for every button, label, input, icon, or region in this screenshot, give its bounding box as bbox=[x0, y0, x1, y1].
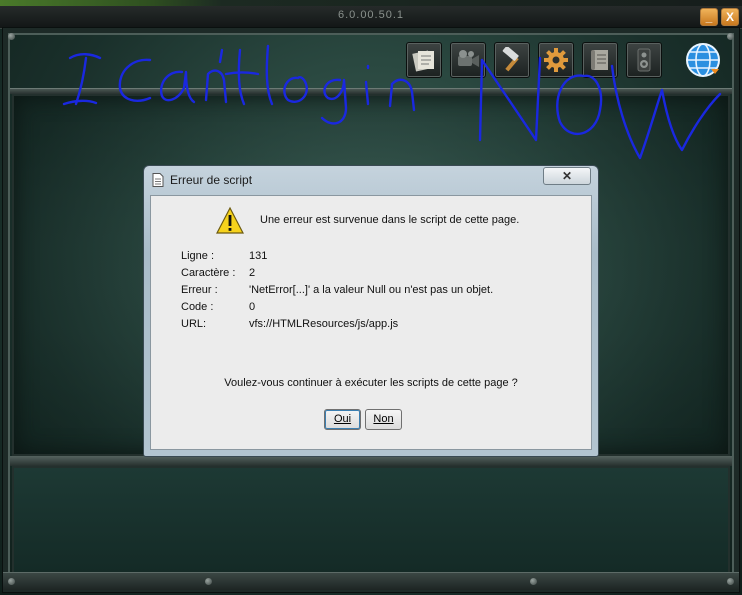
video-camera-icon bbox=[458, 50, 479, 67]
bottom-frame-strip bbox=[3, 572, 739, 590]
minimize-button[interactable]: _ bbox=[700, 8, 718, 26]
rivet bbox=[8, 578, 15, 585]
gear-icon bbox=[544, 48, 568, 72]
continue-question: Voulez-vous continuer à exécuter les scr… bbox=[224, 377, 518, 389]
launcher-toolbar bbox=[406, 42, 662, 78]
detail-label: Ligne : bbox=[181, 250, 215, 262]
close-button[interactable]: X bbox=[721, 8, 739, 26]
notes-button[interactable] bbox=[406, 42, 442, 78]
sound-button[interactable] bbox=[626, 42, 662, 78]
speaker-icon bbox=[637, 48, 651, 72]
detail-value: 'NetError[...]' a la valeur Null ou n'es… bbox=[249, 284, 494, 296]
detail-value: 0 bbox=[249, 301, 256, 313]
detail-label: URL: bbox=[181, 318, 207, 330]
detail-value: 131 bbox=[249, 250, 268, 262]
yes-button[interactable]: Oui bbox=[324, 409, 361, 430]
dialog-body: Une erreur est survenue dans le script d… bbox=[150, 195, 592, 450]
scroll-icon bbox=[591, 50, 608, 70]
rivet bbox=[727, 578, 734, 585]
no-button[interactable]: Non bbox=[365, 409, 402, 430]
bottom-panel bbox=[12, 466, 730, 576]
language-button[interactable] bbox=[684, 41, 722, 79]
detail-value: 2 bbox=[249, 267, 256, 279]
log-button[interactable] bbox=[582, 42, 618, 78]
version-label: 6.0.00.50.1 bbox=[337, 9, 405, 21]
settings-button[interactable] bbox=[538, 42, 574, 78]
globe-icon bbox=[686, 43, 720, 77]
video-button[interactable] bbox=[450, 42, 486, 78]
script-error-dialog: Erreur de script ✕ Une erreur est surven… bbox=[143, 165, 599, 457]
dialog-titlebar[interactable]: Erreur de script bbox=[152, 171, 252, 189]
hammer-icon bbox=[502, 47, 519, 72]
rivet bbox=[205, 578, 212, 585]
detail-label: Code : bbox=[181, 301, 214, 313]
detail-label: Caractère : bbox=[181, 267, 236, 279]
rivet bbox=[8, 33, 15, 40]
document-icon bbox=[152, 173, 164, 187]
dialog-title: Erreur de script bbox=[170, 173, 253, 187]
notes-icon bbox=[412, 50, 434, 72]
rivet bbox=[530, 578, 537, 585]
detail-label: Erreur : bbox=[181, 284, 218, 296]
tools-button[interactable] bbox=[494, 42, 530, 78]
rivet bbox=[727, 33, 734, 40]
dialog-close-button[interactable]: ✕ bbox=[543, 167, 591, 185]
yes-button-label: Oui bbox=[333, 413, 352, 425]
detail-value: vfs://HTMLResources/js/app.js bbox=[249, 318, 399, 330]
error-message: Une erreur est survenue dans le script d… bbox=[260, 214, 520, 226]
no-button-label: Non bbox=[373, 413, 394, 425]
launcher-titlebar[interactable]: 6.0.00.50.1 _ X bbox=[0, 6, 742, 29]
warning-icon bbox=[216, 206, 244, 234]
frame-divider-bottom bbox=[10, 456, 732, 466]
